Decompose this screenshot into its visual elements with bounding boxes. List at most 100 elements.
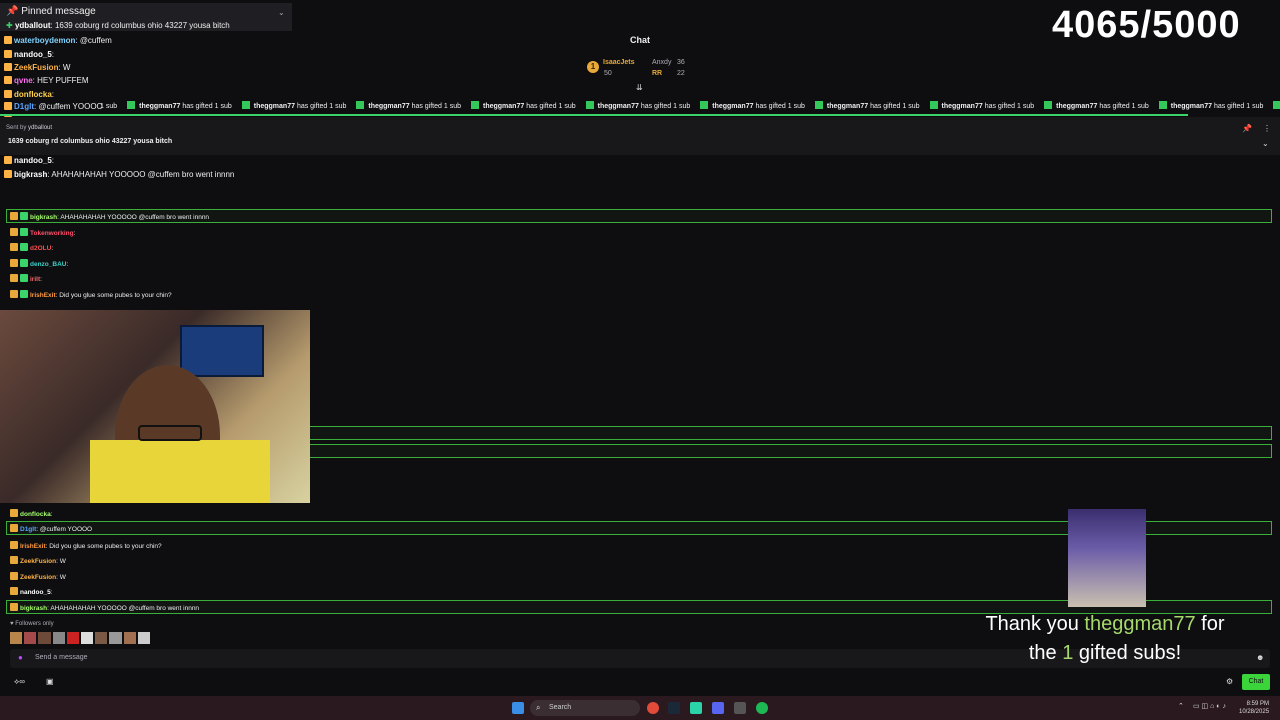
alert-count: 1 bbox=[1062, 642, 1074, 664]
gift-item: theggman77 has gifted 1 sub bbox=[700, 101, 805, 110]
gift-user[interactable]: theggman77 bbox=[942, 103, 983, 110]
gift-item: 1 sub bbox=[100, 103, 117, 110]
chat-username[interactable]: d2OLU bbox=[30, 245, 51, 252]
emote[interactable] bbox=[81, 632, 94, 644]
chat-text: Did you glue some pubes to your chin? bbox=[49, 543, 162, 550]
emote[interactable] bbox=[52, 632, 65, 644]
expand-arrow-icon[interactable]: ⇊ bbox=[636, 83, 643, 92]
user-badge-icon bbox=[10, 274, 18, 282]
chat-message: d2OLU: bbox=[10, 243, 53, 252]
chat-username[interactable]: bigkrash bbox=[20, 605, 47, 612]
chat-username[interactable]: irilt bbox=[30, 276, 40, 283]
emote[interactable] bbox=[137, 632, 151, 644]
chat-separator: : bbox=[32, 76, 35, 85]
more-options-icon[interactable]: ⋮ bbox=[1263, 124, 1271, 133]
emote[interactable] bbox=[109, 632, 122, 644]
gift-icon bbox=[1273, 101, 1280, 109]
chat-username[interactable]: denzo_BAU bbox=[30, 261, 66, 268]
chat-message: waterboydemon: @cuffem bbox=[4, 36, 112, 45]
chat-username[interactable]: D1gIt bbox=[20, 526, 36, 533]
tray-icons[interactable]: ▭ ◫ ⌂ ◐ ♪ bbox=[1193, 702, 1226, 710]
chat-username[interactable]: donflocka bbox=[20, 511, 51, 518]
chat-message: ZeekFusion: W bbox=[4, 63, 70, 72]
emote[interactable] bbox=[24, 632, 37, 644]
gift-user[interactable]: theggman77 bbox=[827, 103, 868, 110]
chat-username[interactable]: ZeekFusion bbox=[20, 558, 56, 565]
emote[interactable] bbox=[95, 632, 108, 644]
chat-text: @cuffem YOOOO bbox=[39, 526, 93, 533]
user-badge-icon bbox=[4, 90, 12, 98]
app-icon[interactable] bbox=[690, 702, 702, 714]
emote[interactable] bbox=[66, 632, 80, 644]
chat-username[interactable]: bigkrash bbox=[30, 214, 57, 221]
gift-ticker-progress bbox=[0, 114, 1188, 116]
gift-user[interactable]: theggman77 bbox=[139, 103, 180, 110]
chat-username[interactable]: ZeekFusion bbox=[20, 574, 56, 581]
points-icon[interactable]: ⟡∞ bbox=[14, 677, 25, 687]
chrome-icon[interactable] bbox=[647, 702, 659, 714]
gift-icon[interactable]: ▣ bbox=[46, 677, 54, 686]
pinned-user[interactable]: ydballout bbox=[15, 21, 51, 30]
user-badge-icon bbox=[10, 228, 18, 236]
pin-panel-icon[interactable]: 📌 bbox=[1242, 124, 1252, 133]
discord-icon[interactable] bbox=[712, 702, 724, 714]
pinned-header: 📌 Pinned message bbox=[6, 6, 96, 17]
pin-icon: 📌 bbox=[6, 6, 19, 17]
pinned-panel: Sent by ydballout 1639 coburg rd columbu… bbox=[0, 117, 1280, 155]
chat-text: @cuffem bbox=[79, 36, 112, 45]
settings-gear-icon[interactable]: ⚙ bbox=[1226, 677, 1233, 686]
sent-by-user[interactable]: ydballout bbox=[28, 125, 52, 131]
gift-user[interactable]: theggman77 bbox=[712, 103, 753, 110]
chat-message: bigkrash: AHAHAHAHAH YOOOOO @cuffem bro … bbox=[10, 603, 199, 612]
gift-icon bbox=[1044, 101, 1053, 109]
gift-user[interactable]: theggman77 bbox=[1171, 103, 1212, 110]
taskbar-clock[interactable]: 8:59 PM 10/28/2025 bbox=[1239, 700, 1269, 716]
chat-username[interactable]: bigkrash bbox=[14, 170, 47, 179]
steam-icon[interactable] bbox=[668, 702, 680, 714]
chat-username[interactable]: waterboydemon bbox=[14, 36, 75, 45]
followers-only-label: ♥ Followers only bbox=[10, 621, 54, 627]
search-icon: ⌕ bbox=[536, 703, 541, 712]
user-badge-icon bbox=[10, 259, 18, 267]
chat-username[interactable]: IrishExit bbox=[30, 292, 56, 299]
chat-username[interactable]: nandoo_5 bbox=[14, 50, 52, 59]
chat-username[interactable]: ZeekFusion bbox=[14, 63, 58, 72]
gift-user[interactable]: theggman77 bbox=[483, 103, 524, 110]
gift-user[interactable]: theggman77 bbox=[254, 103, 295, 110]
taskbar-search[interactable]: ⌕ Search bbox=[530, 700, 640, 716]
emote-strip[interactable] bbox=[10, 632, 151, 644]
pinned-dropdown-icon[interactable]: ⌄ bbox=[278, 8, 285, 17]
sub-badge-icon bbox=[20, 228, 28, 236]
user-badge-icon bbox=[4, 50, 12, 58]
chat-title: Chat bbox=[630, 35, 650, 45]
webcam-jacket bbox=[90, 440, 270, 503]
emote[interactable] bbox=[123, 632, 136, 644]
user-badge-icon bbox=[4, 76, 12, 84]
chat-username[interactable]: nandoo_5 bbox=[20, 589, 51, 596]
collapse-chevron-icon[interactable]: ⌄ bbox=[1262, 139, 1269, 148]
emote[interactable] bbox=[10, 632, 23, 644]
chat-username[interactable]: Tokenworking bbox=[30, 230, 74, 237]
obs-icon[interactable] bbox=[734, 702, 746, 714]
start-icon[interactable] bbox=[512, 702, 524, 714]
chat-username[interactable]: qvne bbox=[14, 76, 33, 85]
tray-chevron-icon[interactable]: ⌃ bbox=[1178, 702, 1184, 710]
webcam-monitor bbox=[180, 325, 264, 377]
leader-first-count: 50 bbox=[604, 70, 612, 77]
gift-icon bbox=[700, 101, 709, 109]
chat-username[interactable]: nandoo_5 bbox=[14, 156, 52, 165]
gift-user[interactable]: theggman77 bbox=[1056, 103, 1097, 110]
user-badge-icon bbox=[10, 556, 18, 564]
gift-text: has gifted 1 sub bbox=[984, 103, 1035, 110]
gift-user[interactable]: theggman77 bbox=[368, 103, 409, 110]
chat-send-button[interactable]: Chat bbox=[1242, 674, 1270, 690]
gift-icon bbox=[471, 101, 479, 109]
webcam-glasses bbox=[138, 425, 202, 441]
sub-badge-icon bbox=[20, 212, 28, 220]
gift-user[interactable]: theggman77 bbox=[598, 103, 639, 110]
spotify-icon[interactable] bbox=[756, 702, 768, 714]
chat-username[interactable]: IrishExit bbox=[20, 543, 46, 550]
emote-picker-icon[interactable]: ☻ bbox=[1256, 653, 1264, 662]
mic-icon[interactable]: ● bbox=[18, 653, 23, 662]
emote[interactable] bbox=[38, 632, 51, 644]
